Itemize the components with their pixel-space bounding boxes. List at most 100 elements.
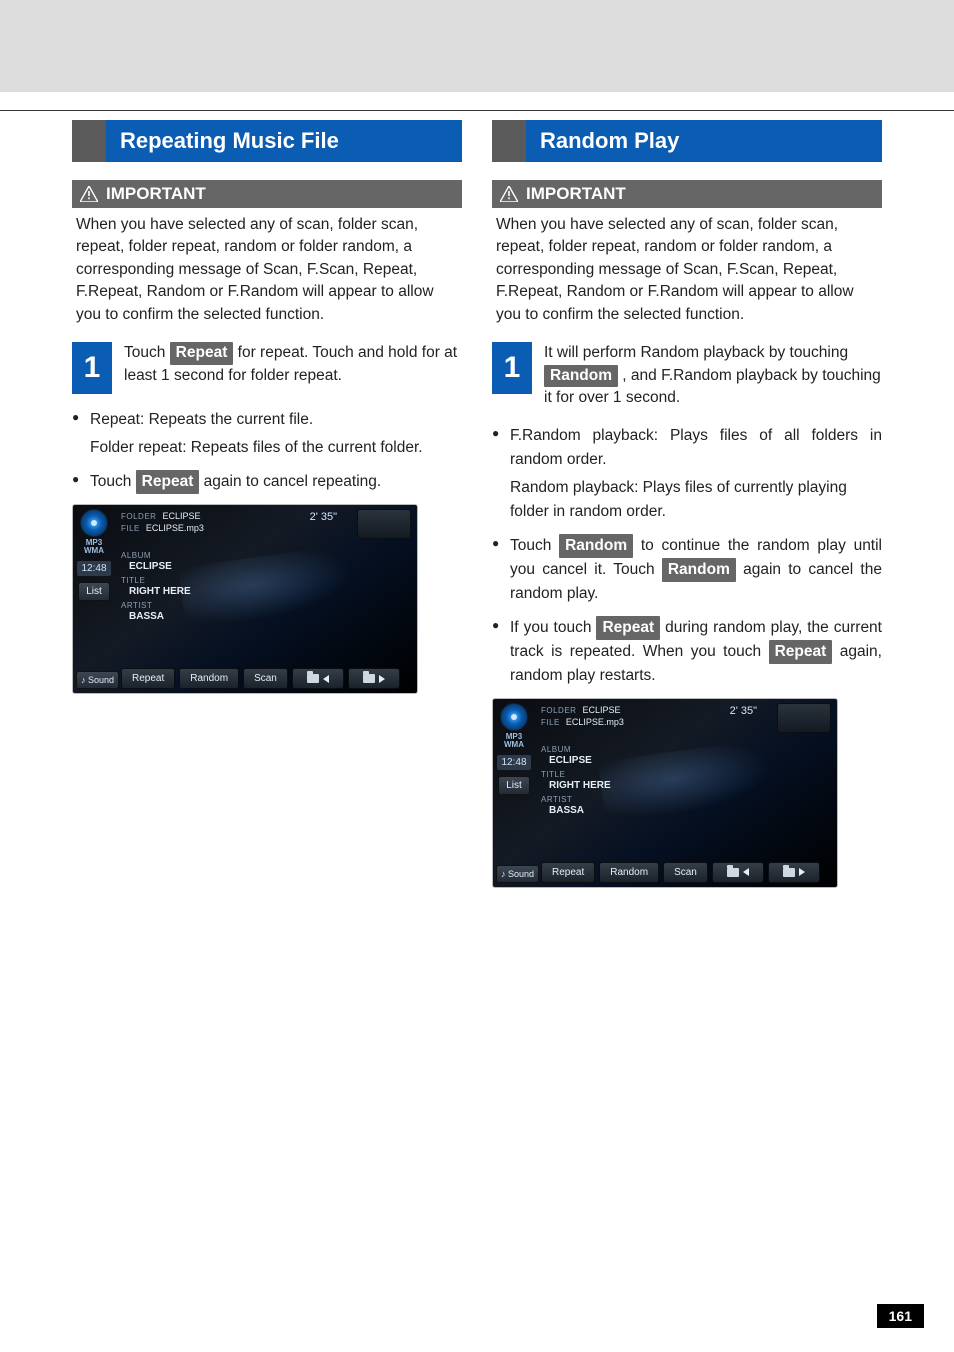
album-label: ALBUM xyxy=(541,745,611,754)
decorative-flare xyxy=(178,535,418,658)
duration-readout: 2' 35" xyxy=(310,511,337,523)
format-label: MP3WMA xyxy=(504,733,524,749)
random-chip: Random xyxy=(559,534,633,558)
clock-readout[interactable]: 12:48 xyxy=(77,561,110,576)
section-heading-repeat: Repeating Music File xyxy=(72,120,462,162)
bullet-repeat-during-random: If you touch Repeat during random play, … xyxy=(492,616,882,688)
step-text-pre: It will perform Random playback by touch… xyxy=(544,344,848,361)
step-text-pre: Touch xyxy=(124,344,170,361)
title-value: RIGHT HERE xyxy=(129,586,191,597)
disc-icon xyxy=(80,509,108,537)
folder-prev-button[interactable] xyxy=(292,668,344,689)
list-button[interactable]: List xyxy=(498,776,530,795)
important-body-text: When you have selected any of scan, fold… xyxy=(72,208,462,328)
artist-value: BASSA xyxy=(549,805,611,816)
player-screenshot-right: MP3WMA 12:48 List ♪ Sound FOLDERECLIPSE … xyxy=(492,698,838,888)
text-span: Touch xyxy=(510,537,559,554)
header-gray-band xyxy=(0,0,954,92)
important-box-left: IMPORTANT When you have selected any of … xyxy=(72,180,462,328)
player-meta: ALBUM ECLIPSE TITLE RIGHT HERE ARTIST BA… xyxy=(121,551,191,626)
list-button[interactable]: List xyxy=(78,582,110,601)
clock-readout[interactable]: 12:48 xyxy=(497,755,530,770)
random-chip: Random xyxy=(662,558,736,582)
player-bottom-bar: Repeat Random Scan xyxy=(541,862,831,883)
triangle-right-icon xyxy=(379,675,385,683)
triangle-left-icon xyxy=(743,868,749,876)
bullet-folder-repeat-desc: Folder repeat: Repeats files of the curr… xyxy=(72,436,462,460)
triangle-left-icon xyxy=(323,675,329,683)
important-box-right: IMPORTANT When you have selected any of … xyxy=(492,180,882,328)
sound-button[interactable]: ♪ Sound xyxy=(496,865,539,883)
triangle-right-icon xyxy=(799,868,805,876)
repeat-chip: Repeat xyxy=(136,470,200,494)
random-button[interactable]: Random xyxy=(179,668,239,689)
player-bottom-bar: Repeat Random Scan xyxy=(121,668,411,689)
repeat-chip: Repeat xyxy=(170,342,234,364)
disc-icon xyxy=(500,703,528,731)
step-1-left: 1 Touch Repeat for repeat. Touch and hol… xyxy=(72,342,462,394)
important-heading: IMPORTANT xyxy=(492,180,882,208)
bullet-repeat-desc: Repeat: Repeats the current file. xyxy=(72,408,462,432)
important-label: IMPORTANT xyxy=(526,184,626,204)
folder-prev-button[interactable] xyxy=(712,862,764,883)
random-chip: Random xyxy=(544,365,618,387)
folder-value: ECLIPSE xyxy=(582,705,620,715)
sound-button[interactable]: ♪ Sound xyxy=(76,671,119,689)
folder-icon xyxy=(727,868,739,877)
folder-label: FOLDER xyxy=(541,706,576,715)
folder-next-button[interactable] xyxy=(348,668,400,689)
file-value: ECLIPSE.mp3 xyxy=(146,523,204,533)
title-label: TITLE xyxy=(541,770,611,779)
bullet-random-desc: Random playback: Plays files of currentl… xyxy=(492,476,882,524)
album-value: ECLIPSE xyxy=(549,755,611,766)
player-left-bar: MP3WMA 12:48 List xyxy=(493,699,535,887)
scan-button[interactable]: Scan xyxy=(243,668,288,689)
folder-next-button[interactable] xyxy=(768,862,820,883)
step-number: 1 xyxy=(492,342,532,394)
random-button[interactable]: Random xyxy=(599,862,659,883)
important-body-text: When you have selected any of scan, fold… xyxy=(492,208,882,328)
repeat-chip: Repeat xyxy=(769,640,833,664)
important-heading: IMPORTANT xyxy=(72,180,462,208)
text-span: again to cancel repeating. xyxy=(199,473,381,490)
blank-button[interactable] xyxy=(777,703,831,733)
step-text: It will perform Random playback by touch… xyxy=(544,342,882,409)
step-text: Touch Repeat for repeat. Touch and hold … xyxy=(124,342,462,394)
repeat-chip: Repeat xyxy=(596,616,660,640)
warning-icon xyxy=(80,186,98,202)
folder-icon xyxy=(363,674,375,683)
section-heading-random: Random Play xyxy=(492,120,882,162)
warning-icon xyxy=(500,186,518,202)
album-value: ECLIPSE xyxy=(129,561,191,572)
player-meta: ALBUM ECLIPSE TITLE RIGHT HERE ARTIST BA… xyxy=(541,745,611,820)
right-column: Random Play IMPORTANT When you have sele… xyxy=(492,120,882,888)
artist-label: ARTIST xyxy=(121,601,191,610)
important-label: IMPORTANT xyxy=(106,184,206,204)
bullet-cancel-repeat: Touch Repeat again to cancel repeating. xyxy=(72,470,462,494)
scan-button[interactable]: Scan xyxy=(663,862,708,883)
text-span: If you touch xyxy=(510,619,596,636)
step-number: 1 xyxy=(72,342,112,394)
bullet-frandom-desc: F.Random playback: Plays files of all fo… xyxy=(492,424,882,472)
folder-icon xyxy=(307,674,319,683)
player-left-bar: MP3WMA 12:48 List xyxy=(73,505,115,693)
format-label: MP3WMA xyxy=(84,539,104,555)
artist-value: BASSA xyxy=(129,611,191,622)
bullet-continue-random: Touch Random to continue the random play… xyxy=(492,534,882,606)
album-label: ALBUM xyxy=(121,551,191,560)
page-number: 161 xyxy=(877,1304,924,1328)
header-divider xyxy=(0,110,954,111)
text-span: Touch xyxy=(90,473,136,490)
file-label: FILE xyxy=(121,524,140,533)
step-1-right: 1 It will perform Random playback by tou… xyxy=(492,342,882,409)
repeat-button[interactable]: Repeat xyxy=(541,862,595,883)
title-label: TITLE xyxy=(121,576,191,585)
title-value: RIGHT HERE xyxy=(549,780,611,791)
folder-value: ECLIPSE xyxy=(162,511,200,521)
duration-readout: 2' 35" xyxy=(730,705,757,717)
blank-button[interactable] xyxy=(357,509,411,539)
artist-label: ARTIST xyxy=(541,795,611,804)
file-value: ECLIPSE.mp3 xyxy=(566,717,624,727)
player-screenshot-left: MP3WMA 12:48 List ♪ Sound FOLDERECLIPSE … xyxy=(72,504,418,694)
repeat-button[interactable]: Repeat xyxy=(121,668,175,689)
